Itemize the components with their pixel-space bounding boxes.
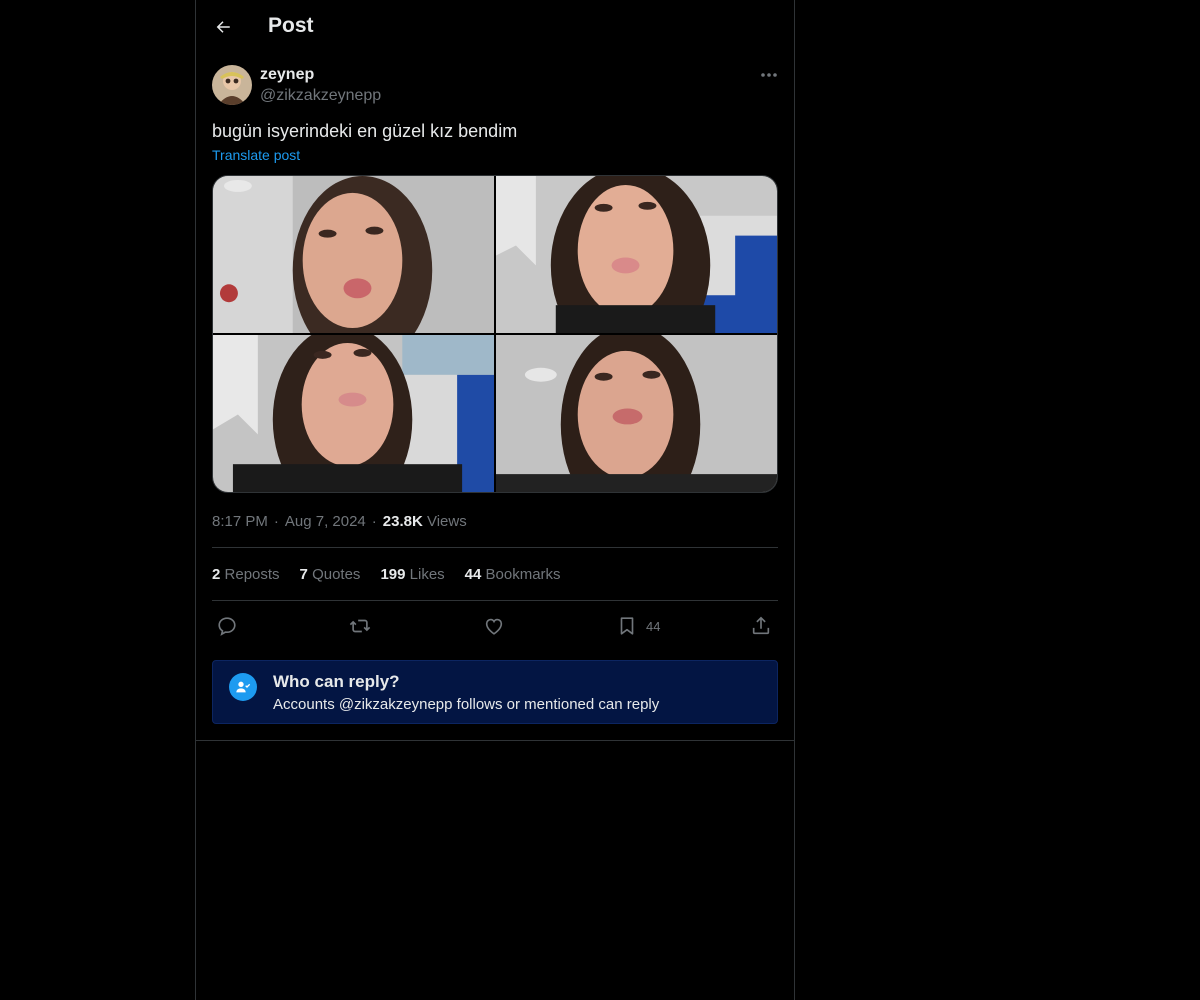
stat-quotes[interactable]: 7 Quotes [300, 566, 361, 583]
bookmark-button[interactable]: 44 [616, 613, 660, 639]
heart-icon [485, 618, 503, 635]
views-label: Views [426, 513, 467, 530]
avatar-image [212, 65, 252, 105]
top-bar: Post [196, 0, 794, 53]
stat-reposts[interactable]: 2 Reposts [212, 566, 280, 583]
person-check-icon [229, 673, 257, 701]
more-options-button[interactable] [756, 63, 782, 87]
engagement-stats: 2 Reposts 7 Quotes 199 Likes 44 Bookmark… [212, 566, 561, 583]
media-photo-4[interactable] [496, 335, 777, 492]
post: zeynep @zikzakzeynepp bugün isyerindeki … [196, 53, 794, 741]
who-can-reply-banner: Who can reply? Accounts @zikzakzeynepp f… [212, 660, 778, 724]
repost-button[interactable] [349, 613, 371, 639]
bookmark-count: 44 [646, 618, 661, 634]
who-can-reply-description: Accounts @zikzakzeynepp follows or menti… [273, 696, 660, 713]
who-can-reply-title: Who can reply? [273, 672, 400, 691]
photo-image [213, 335, 494, 492]
main-column: Post zeynep @zikzakzeynepp bugün isyerin… [195, 0, 795, 1000]
media-photo-2[interactable] [496, 176, 777, 333]
reply-button[interactable] [216, 613, 238, 639]
media-grid [212, 175, 778, 493]
stat-label: Bookmarks [485, 566, 561, 583]
post-text: bugün isyerindeki en güzel kız bendim [212, 121, 518, 141]
share-button[interactable] [750, 613, 772, 639]
action-bar: 44 [212, 613, 778, 639]
stat-label: Quotes [312, 566, 361, 583]
stat-bookmarks[interactable]: 44 Bookmarks [465, 566, 561, 583]
reply-icon [218, 617, 236, 636]
post-meta: 8:17 PM · Aug 7, 2024 · 23.8K Views [212, 513, 467, 530]
avatar[interactable] [212, 65, 252, 105]
photo-image [496, 335, 777, 492]
stat-label: Likes [409, 566, 445, 583]
stat-count: 44 [464, 566, 482, 583]
divider [212, 547, 778, 548]
back-button[interactable] [206, 10, 240, 44]
share-icon [752, 616, 770, 635]
post-date[interactable]: Aug 7, 2024 [285, 513, 366, 530]
arrow-left-icon [216, 21, 230, 33]
photo-image [213, 176, 494, 333]
stat-count: 7 [299, 566, 308, 583]
stat-count: 199 [380, 566, 406, 583]
stat-count: 2 [212, 566, 221, 583]
divider [212, 600, 778, 601]
meta-separator: · [273, 513, 279, 530]
meta-separator: · [371, 513, 377, 530]
like-button[interactable] [483, 613, 505, 639]
media-photo-1[interactable] [213, 176, 494, 333]
post-time[interactable]: 8:17 PM [212, 513, 268, 530]
author-handle[interactable]: @zikzakzeynepp [260, 87, 381, 105]
photo-image [496, 176, 777, 333]
stat-likes[interactable]: 199 Likes [380, 566, 444, 583]
repost-icon [349, 619, 371, 633]
more-dots-icon [761, 73, 777, 77]
bookmark-icon [620, 617, 634, 635]
stat-label: Reposts [224, 566, 280, 583]
views-count: 23.8K [382, 513, 423, 530]
page-title: Post [268, 14, 314, 37]
translate-post-link[interactable]: Translate post [212, 147, 300, 163]
media-photo-3[interactable] [213, 335, 494, 492]
author-display-name[interactable]: zeynep [260, 66, 314, 84]
